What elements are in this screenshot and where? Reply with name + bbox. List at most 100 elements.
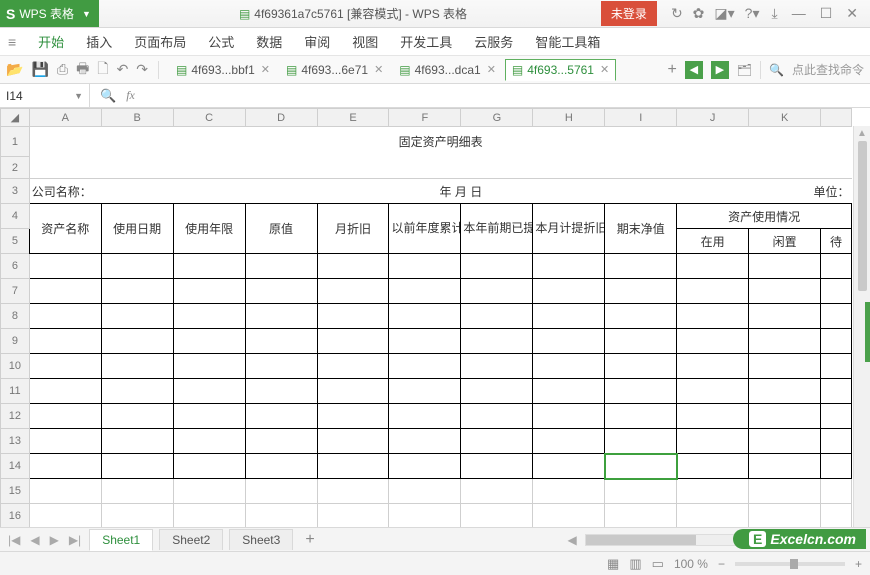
hdr-asset-name[interactable]: 资产名称: [29, 204, 101, 254]
sheet-nav-last[interactable]: ▶|: [67, 533, 83, 547]
hdr-pending[interactable]: 待: [821, 229, 852, 254]
file-tab-3[interactable]: ▤4f693...dca1✕: [392, 59, 503, 81]
settings-icon[interactable]: ✿: [693, 5, 705, 22]
select-all-corner[interactable]: ◢: [1, 109, 30, 127]
tab-list-icon[interactable]: 🗂: [737, 63, 752, 77]
view-page-icon[interactable]: ▥: [629, 556, 641, 572]
fx-icon[interactable]: fx: [126, 88, 135, 103]
row-header-3[interactable]: 3: [1, 179, 30, 204]
skin-icon[interactable]: ◪▾: [714, 5, 734, 22]
minimize-icon[interactable]: —: [792, 5, 806, 22]
help-icon[interactable]: ?▾: [745, 5, 760, 22]
sheet-tab-2[interactable]: Sheet2: [159, 529, 223, 550]
spreadsheet-grid[interactable]: ◢ A B C D E F G H I J K 1 固定资产明细表 2 3 公司…: [0, 108, 852, 551]
chevron-down-icon[interactable]: ▼: [82, 9, 91, 19]
row-header-2[interactable]: 2: [1, 157, 30, 179]
row-header-14[interactable]: 14: [1, 454, 30, 479]
lookup-icon[interactable]: 🔍: [100, 88, 116, 104]
menu-start[interactable]: 开始: [38, 32, 64, 51]
scroll-thumb[interactable]: [858, 141, 867, 291]
col-header-B[interactable]: B: [101, 109, 173, 127]
print-preview-icon[interactable]: 🖶: [76, 58, 89, 82]
file-tab-4[interactable]: ▤4f693...5761✕: [505, 59, 616, 81]
sheet-title[interactable]: 固定资产明细表: [29, 127, 851, 157]
company-name-label[interactable]: 公司名称：: [29, 179, 317, 204]
new-tab-icon[interactable]: +: [667, 61, 676, 79]
sheet-nav-first[interactable]: |◀: [6, 533, 22, 547]
row-header-9[interactable]: 9: [1, 329, 30, 354]
hscroll-left[interactable]: ◀: [566, 533, 579, 547]
hdr-this-month-depr[interactable]: 本月计提折旧: [533, 204, 605, 254]
col-header-H[interactable]: H: [533, 109, 605, 127]
date-label[interactable]: 年 月 日: [317, 179, 605, 204]
col-header-E[interactable]: E: [317, 109, 389, 127]
col-header-J[interactable]: J: [677, 109, 749, 127]
row-header-13[interactable]: 13: [1, 429, 30, 454]
col-header-F[interactable]: F: [389, 109, 461, 127]
print-direct-icon[interactable]: ⎙: [57, 61, 68, 78]
zoom-out-icon[interactable]: −: [718, 557, 725, 571]
redo-icon[interactable]: ↷: [136, 61, 148, 78]
hdr-original-value[interactable]: 原值: [245, 204, 317, 254]
col-header-extra[interactable]: [821, 109, 852, 127]
file-tab-2[interactable]: ▤4f693...6e71✕: [279, 59, 390, 81]
undo-icon[interactable]: ↶: [117, 61, 129, 78]
close-tab-icon[interactable]: ✕: [261, 63, 270, 76]
hdr-use-date[interactable]: 使用日期: [101, 204, 173, 254]
col-header-I[interactable]: I: [605, 109, 677, 127]
col-header-C[interactable]: C: [173, 109, 245, 127]
menu-cloud[interactable]: 云服务: [474, 32, 513, 51]
close-tab-icon[interactable]: ✕: [487, 63, 496, 76]
menu-insert[interactable]: 插入: [86, 32, 112, 51]
app-badge[interactable]: S WPS 表格 ▼: [0, 0, 99, 27]
scroll-up-icon[interactable]: ▲: [857, 128, 867, 139]
hdr-usage[interactable]: 资产使用情况: [677, 204, 852, 229]
row-header-5[interactable]: 5: [1, 229, 30, 254]
open-icon[interactable]: 📂: [6, 61, 23, 78]
hdr-in-use[interactable]: 在用: [677, 229, 749, 254]
hdr-use-years[interactable]: 使用年限: [173, 204, 245, 254]
menu-data[interactable]: 数据: [256, 32, 282, 51]
row-header-11[interactable]: 11: [1, 379, 30, 404]
row-header-6[interactable]: 6: [1, 254, 30, 279]
menu-formula[interactable]: 公式: [208, 32, 234, 51]
close-icon[interactable]: ✕: [846, 5, 858, 22]
menu-view[interactable]: 视图: [352, 32, 378, 51]
chevron-down-icon[interactable]: ▼: [74, 91, 83, 101]
row-header-10[interactable]: 10: [1, 354, 30, 379]
row-header-7[interactable]: 7: [1, 279, 30, 304]
hdr-net-value[interactable]: 期末净值: [605, 204, 677, 254]
menu-smart-tools[interactable]: 智能工具箱: [535, 32, 600, 51]
sheet-tab-3[interactable]: Sheet3: [229, 529, 293, 550]
vertical-scrollbar[interactable]: ▲ ▼: [853, 126, 870, 551]
sheet-nav-prev[interactable]: ◀: [28, 533, 41, 547]
hdr-ytd-depr[interactable]: 本年前期已提折旧: [461, 204, 533, 254]
grid-area[interactable]: ◢ A B C D E F G H I J K 1 固定资产明细表 2 3 公司…: [0, 108, 870, 551]
tab-nav-next[interactable]: ▶: [711, 61, 729, 79]
unit-label[interactable]: 单位：: [605, 179, 852, 204]
col-header-D[interactable]: D: [245, 109, 317, 127]
sheet-nav-next[interactable]: ▶: [48, 533, 61, 547]
zoom-value[interactable]: 100 %: [674, 557, 708, 571]
hdr-month-depr[interactable]: 月折旧: [317, 204, 389, 254]
hamburger-icon[interactable]: ≡: [8, 34, 16, 50]
row-header-16[interactable]: 16: [1, 504, 30, 529]
sync-icon[interactable]: ↻: [671, 5, 683, 22]
menu-review[interactable]: 审阅: [304, 32, 330, 51]
search-icon[interactable]: 🔍: [769, 63, 784, 77]
preview-icon[interactable]: 🗋: [97, 58, 108, 82]
row-header-4[interactable]: 4: [1, 204, 30, 229]
hdr-prev-depr[interactable]: 以前年度累计折旧: [389, 204, 461, 254]
close-tab-icon[interactable]: ✕: [374, 63, 383, 76]
search-command[interactable]: 点此查找命令: [792, 61, 864, 78]
tab-nav-prev[interactable]: ◀: [685, 61, 703, 79]
close-tab-icon[interactable]: ✕: [600, 63, 609, 76]
menu-dev-tools[interactable]: 开发工具: [400, 32, 452, 51]
zoom-in-icon[interactable]: +: [855, 557, 862, 571]
col-header-G[interactable]: G: [461, 109, 533, 127]
selected-cell-I14[interactable]: [605, 454, 677, 479]
login-button[interactable]: 未登录: [601, 1, 657, 26]
hdr-idle[interactable]: 闲置: [749, 229, 821, 254]
zoom-slider[interactable]: [735, 562, 845, 566]
restore-down-icon[interactable]: ⤓: [772, 5, 778, 22]
